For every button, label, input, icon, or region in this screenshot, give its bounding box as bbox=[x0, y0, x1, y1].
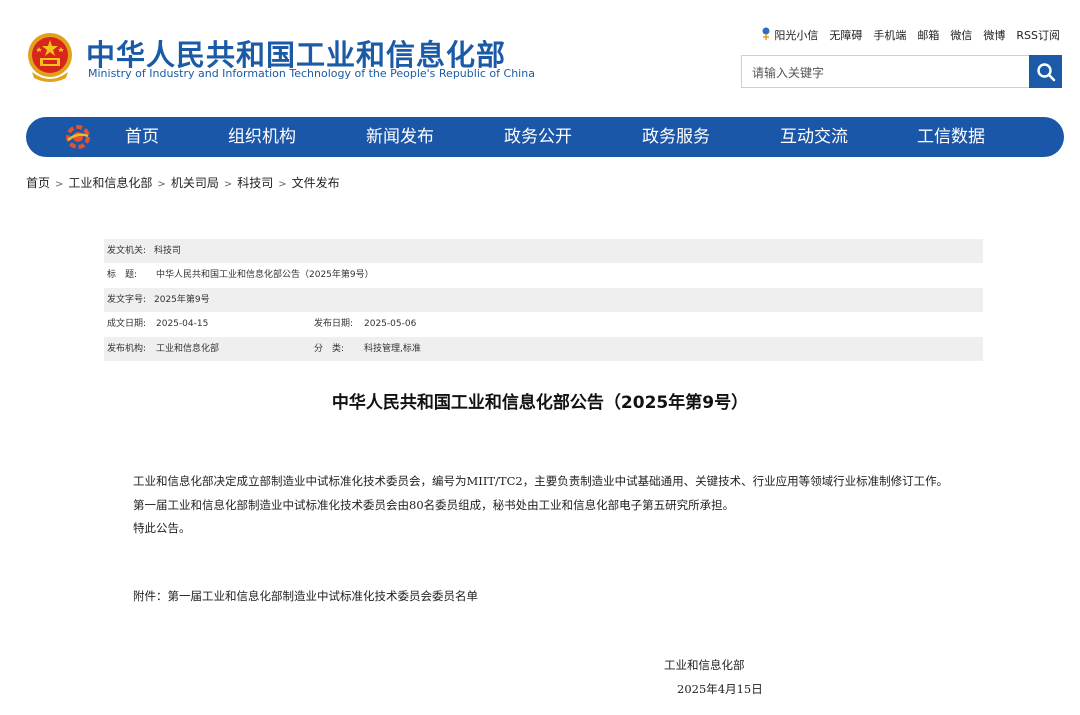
breadcrumb-separator: > bbox=[223, 179, 233, 190]
breadcrumb: 首页 > 工业和信息化部 > 机关司局 > 科技司 > 文件发布 bbox=[26, 174, 340, 191]
top-links: 阳光小信 无障碍 手机端 邮箱 微信 微博 RSS订阅 bbox=[761, 27, 1060, 43]
site-header: 中华人民共和国工业和信息化部 Ministry of Industry and … bbox=[0, 0, 1080, 110]
meta-row-title: 标 题: 中华人民共和国工业和信息化部公告（2025年第9号） bbox=[104, 263, 983, 287]
signature-org: 工业和信息化部 bbox=[664, 658, 745, 672]
breadcrumb-departments[interactable]: 机关司局 bbox=[171, 176, 219, 190]
nav-item-government-affairs[interactable]: 政务公开 bbox=[504, 117, 572, 157]
meta-label: 发布日期: bbox=[314, 319, 354, 330]
article-paragraph: 工业和信息化部决定成立部制造业中试标准化技术委员会，编号为MIIT/TC2，主要… bbox=[133, 474, 949, 488]
signature-date: 2025年4月15日 bbox=[677, 682, 763, 696]
top-link-wechat[interactable]: 微信 bbox=[950, 27, 972, 43]
article-title: 中华人民共和国工业和信息化部公告（2025年第9号） bbox=[331, 393, 749, 413]
meta-written-date: 2025-04-15 bbox=[156, 319, 209, 330]
breadcrumb-science-technology[interactable]: 科技司 bbox=[237, 176, 273, 190]
main-nav: 首页 组织机构 新闻发布 政务公开 政务服务 互动交流 工信数据 bbox=[26, 117, 1064, 157]
nav-item-home[interactable]: 首页 bbox=[125, 117, 159, 157]
sunshine-icon bbox=[762, 27, 770, 40]
breadcrumb-separator: > bbox=[278, 179, 287, 190]
meta-doc-no: 2025年第9号 bbox=[154, 294, 210, 305]
top-link-accessibility[interactable]: 无障碍 bbox=[829, 27, 862, 43]
breadcrumb-separator: > bbox=[55, 179, 64, 190]
meta-issuer: 科技司 bbox=[154, 246, 182, 256]
nav-item-organization[interactable]: 组织机构 bbox=[228, 117, 296, 157]
meta-row-doc-no: 发文字号: 2025年第9号 bbox=[104, 287, 983, 313]
search-icon bbox=[1036, 62, 1055, 81]
meta-category: 科技管理,标准 bbox=[364, 343, 421, 354]
search-box bbox=[741, 55, 1062, 88]
top-link-rss[interactable]: RSS订阅 bbox=[1016, 27, 1060, 43]
nav-item-interaction[interactable]: 互动交流 bbox=[780, 117, 848, 157]
meta-row-dates: 成文日期: 2025-04-15 发布日期: 2025-05-06 bbox=[104, 312, 983, 336]
nav-item-government-services[interactable]: 政务服务 bbox=[642, 117, 710, 157]
meta-row-publisher: 发布机构: 工业和信息化部 分 类: 科技管理,标准 bbox=[104, 336, 983, 361]
attachment-link[interactable]: 附件：第一届工业和信息化部制造业中试标准化技术委员会委员名单 bbox=[133, 588, 478, 604]
nav-item-news[interactable]: 新闻发布 bbox=[366, 117, 434, 157]
breadcrumb-miit[interactable]: 工业和信息化部 bbox=[68, 176, 152, 190]
top-link-sunshine[interactable]: 阳光小信 bbox=[761, 27, 818, 43]
nav-item-data[interactable]: 工信数据 bbox=[917, 117, 985, 157]
document-metadata: 发文机关: 科技司 标 题: 中华人民共和国工业和信息化部公告（2025年第9号… bbox=[104, 239, 983, 361]
top-link-weibo[interactable]: 微博 bbox=[983, 27, 1005, 43]
search-input[interactable] bbox=[750, 62, 1024, 84]
article-body: 工业和信息化部决定成立部制造业中试标准化技术委员会，编号为MIIT/TC2，主要… bbox=[107, 470, 979, 541]
miit-logo-icon[interactable] bbox=[65, 124, 91, 150]
meta-label: 成文日期: bbox=[107, 319, 147, 330]
top-link-mobile[interactable]: 手机端 bbox=[873, 27, 906, 43]
article-paragraph: 第一届工业和信息化部制造业中试标准化技术委员会由80名委员组成，秘书处由工业和信… bbox=[133, 497, 735, 512]
meta-label: 发布机构: bbox=[107, 343, 147, 354]
national-emblem-icon[interactable] bbox=[26, 30, 74, 84]
meta-publish-date: 2025-05-06 bbox=[364, 319, 417, 330]
meta-label: 发文机关: bbox=[107, 246, 147, 256]
breadcrumb-documents[interactable]: 文件发布 bbox=[292, 176, 340, 190]
article-paragraph: 特此公告。 bbox=[133, 521, 191, 535]
meta-publisher: 工业和信息化部 bbox=[156, 343, 220, 354]
meta-title: 中华人民共和国工业和信息化部公告（2025年第9号） bbox=[156, 270, 374, 281]
breadcrumb-home[interactable]: 首页 bbox=[26, 176, 50, 190]
top-link-mailbox[interactable]: 邮箱 bbox=[917, 27, 939, 43]
breadcrumb-separator: > bbox=[157, 179, 166, 190]
meta-label: 标 题: bbox=[107, 270, 138, 281]
meta-row-issuer: 发文机关: 科技司 bbox=[104, 239, 983, 264]
search-button[interactable] bbox=[1029, 55, 1062, 88]
site-name-english[interactable]: Ministry of Industry and Information Tec… bbox=[88, 67, 535, 80]
meta-label: 发文字号: bbox=[107, 294, 147, 305]
meta-label: 分 类: bbox=[314, 343, 345, 354]
